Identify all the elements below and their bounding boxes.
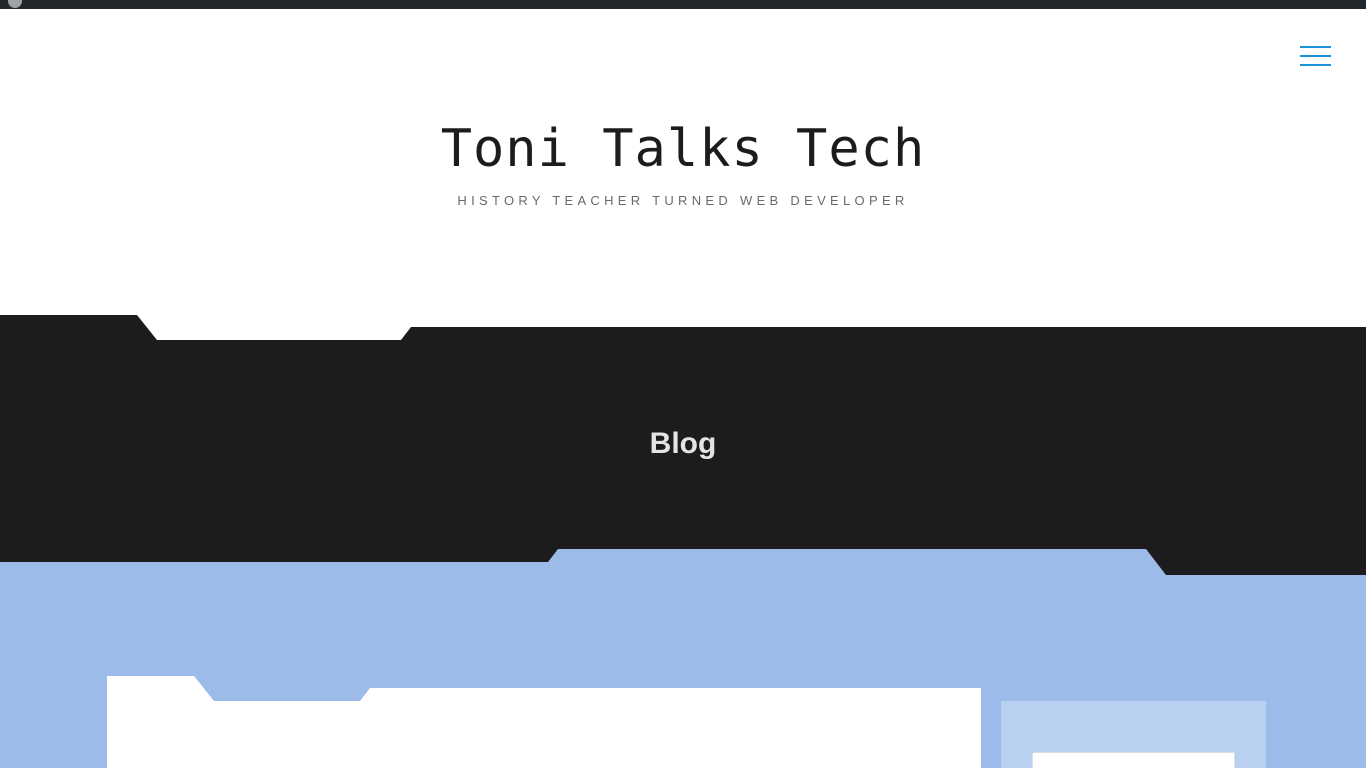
page: Toni Talks Tech HISTORY TEACHER TURNED W… — [0, 0, 1366, 768]
section-backgrounds — [0, 315, 1366, 768]
search-input[interactable] — [1032, 752, 1235, 768]
page-heading: Blog — [649, 427, 717, 460]
